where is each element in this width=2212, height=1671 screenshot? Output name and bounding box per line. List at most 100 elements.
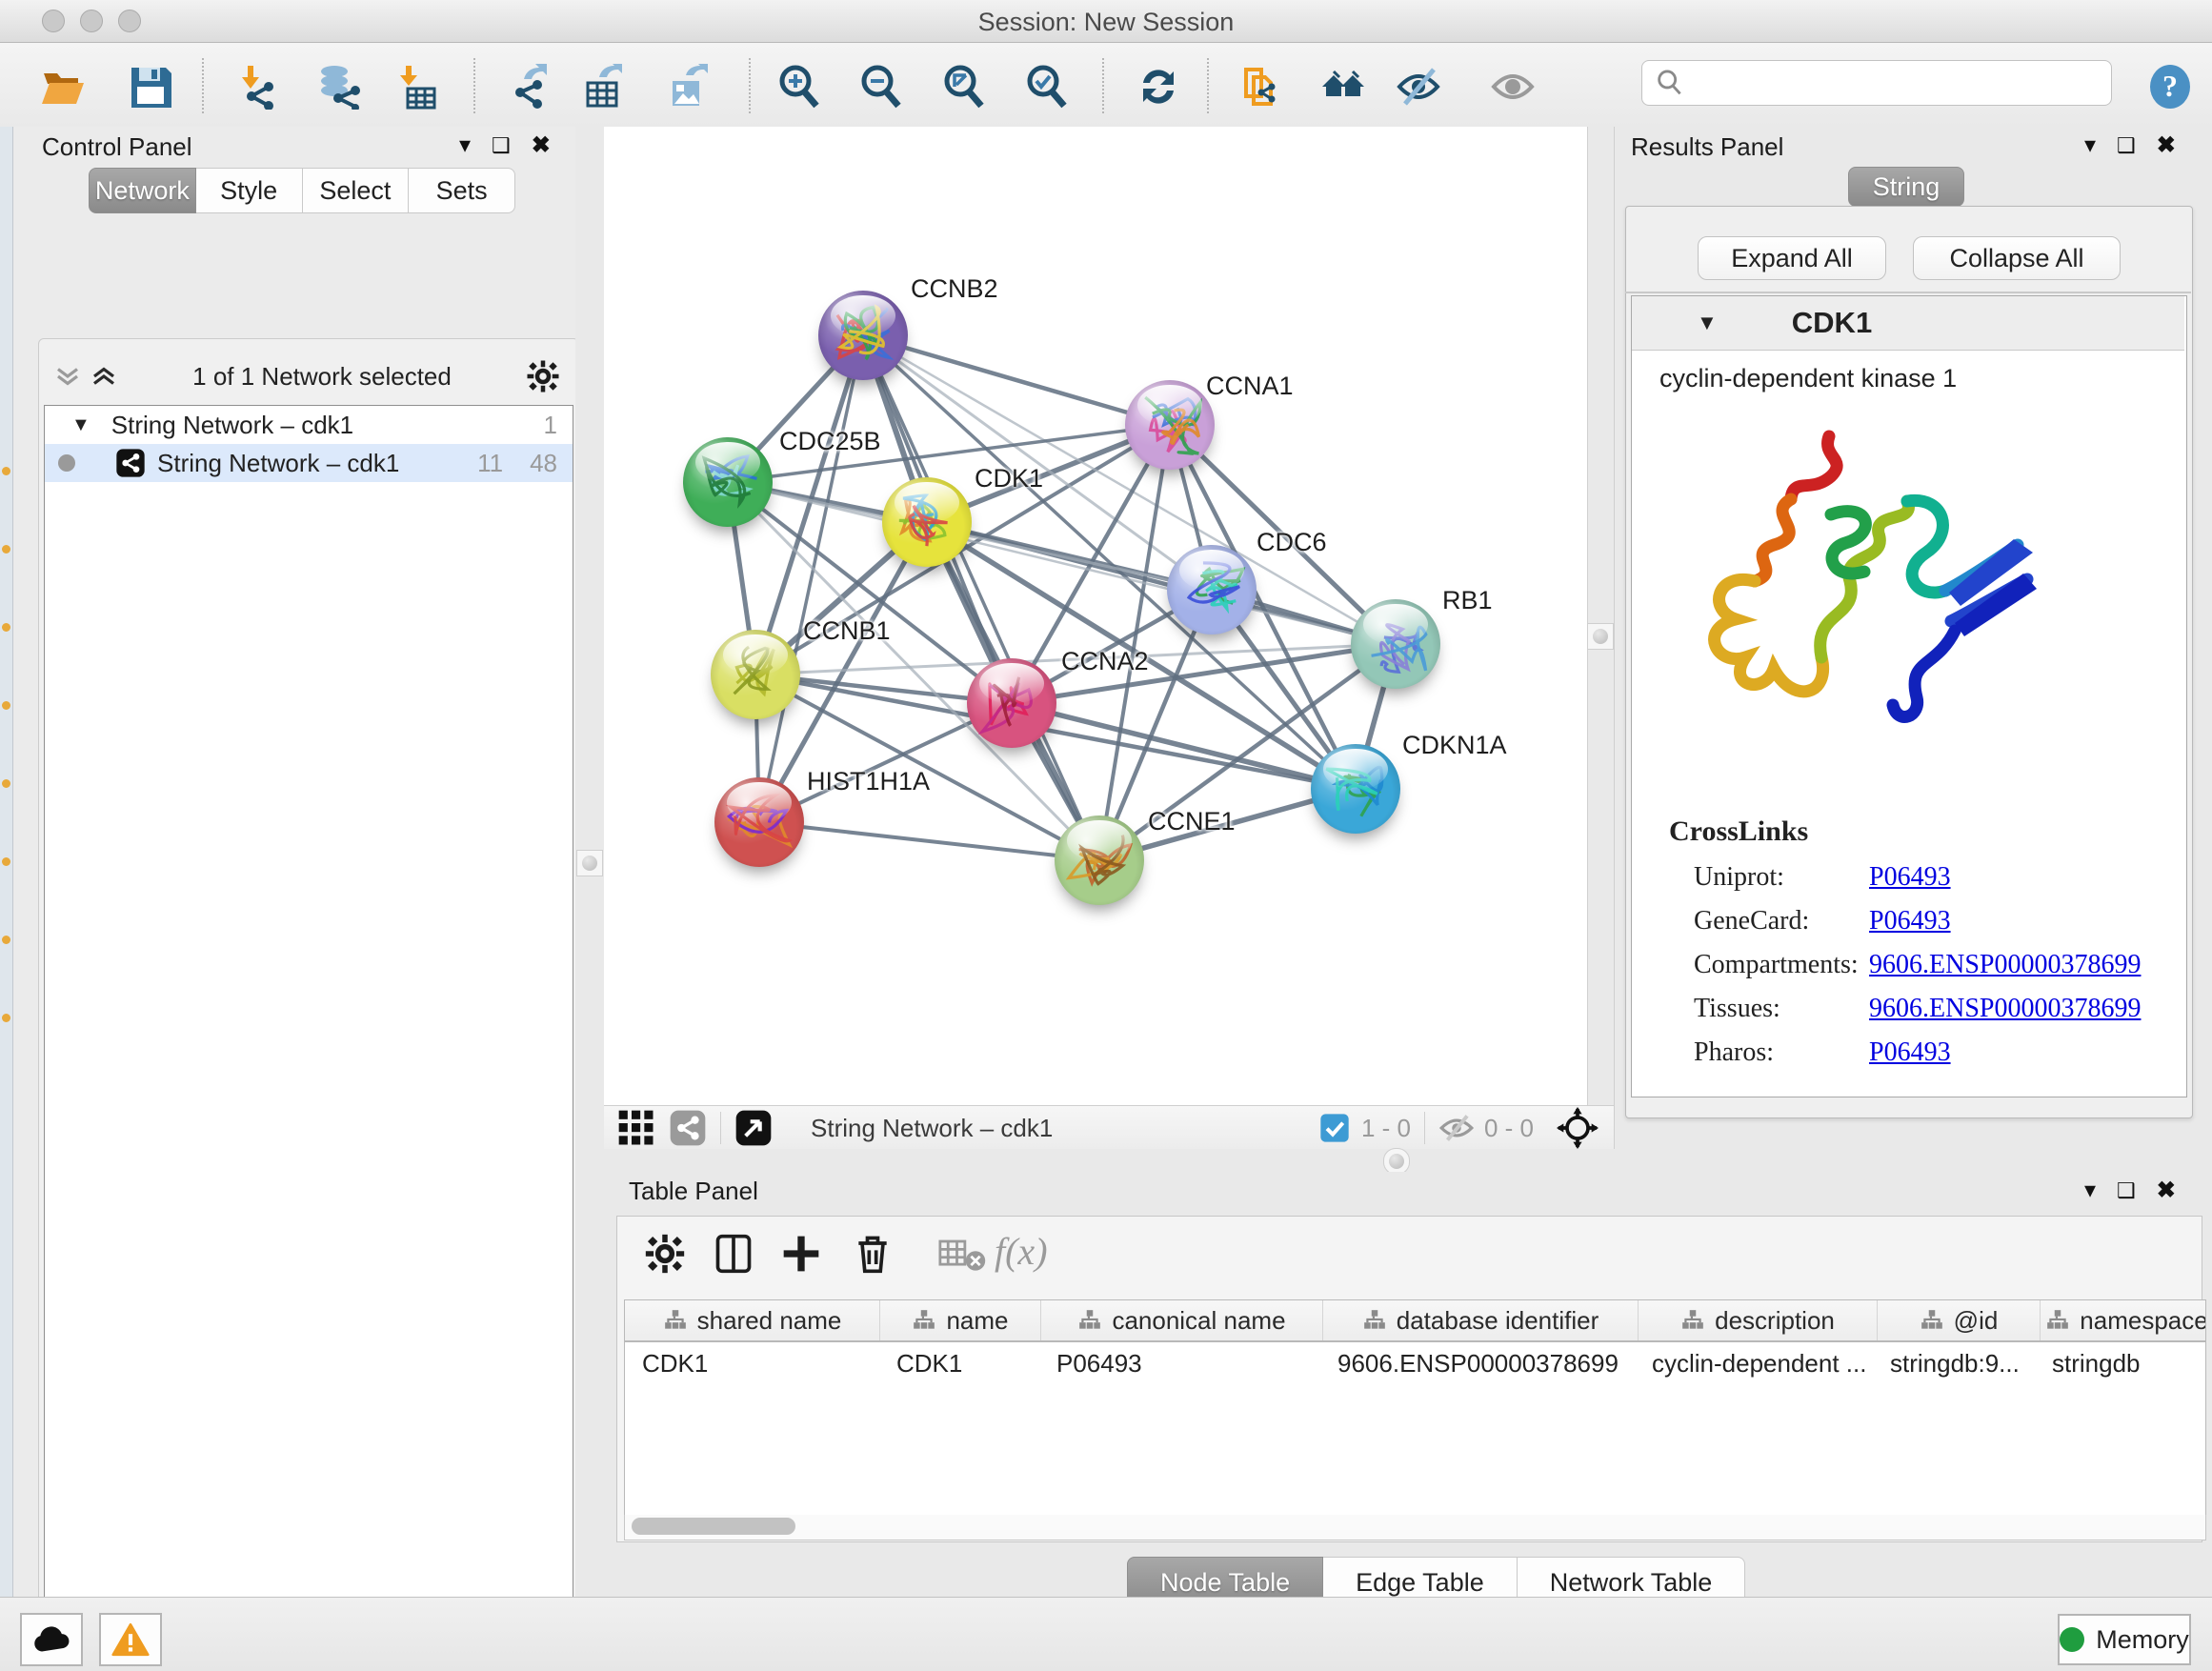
table-options-gear-icon[interactable] [644,1229,686,1278]
left-splitter[interactable] [575,127,605,1149]
column-header-databaseidentifier[interactable]: database identifier [1323,1300,1639,1340]
table-cell[interactable]: CDK1 [625,1342,879,1384]
panel-float-icon[interactable]: ❑ [2117,1180,2136,1201]
table-cell[interactable]: 9606.ENSP00000378699 [1320,1342,1635,1384]
gene-collapse-icon[interactable]: ▼ [1697,311,1718,335]
column-header-namespace[interactable]: namespace [2041,1300,2206,1340]
panel-menu-icon[interactable]: ▾ [459,134,471,157]
background-window-dot [2,1014,10,1022]
panel-float-icon[interactable]: ❑ [492,135,511,156]
node-CCNA1[interactable] [1125,380,1215,470]
birdseye-pan-icon[interactable] [1557,1107,1599,1149]
node-CCNA2[interactable] [967,658,1056,748]
crosslink-link[interactable]: 9606.ENSP00000378699 [1869,994,2141,1024]
gene-header-row[interactable]: ▼ CDK1 [1632,296,2184,351]
delete-column-icon[interactable] [852,1229,894,1278]
column-header-canonicalname[interactable]: canonical name [1041,1300,1323,1340]
edge-CCNE1-HIST1H1A[interactable] [759,822,1099,860]
scrollbar-thumb[interactable] [632,1518,795,1535]
import-network-from-database-icon[interactable] [315,64,361,110]
search-input[interactable] [1694,68,2111,99]
collection-expand-icon[interactable]: ▼ [71,414,90,436]
hide-selected-icon[interactable] [1396,64,1441,110]
table-cell[interactable]: stringdb [2035,1342,2206,1384]
panel-menu-icon[interactable]: ▾ [2084,134,2096,157]
panel-close-icon[interactable]: ✖ [2157,134,2176,157]
panel-close-icon[interactable]: ✖ [532,134,551,157]
node-RB1[interactable] [1351,599,1440,689]
zoom-out-icon[interactable] [858,64,904,110]
node-table[interactable]: shared namenamecanonical namedatabase id… [624,1299,2206,1517]
edge-CCNB2-HIST1H1A[interactable] [759,335,863,822]
show-columns-icon[interactable] [713,1229,754,1278]
panel-menu-icon[interactable]: ▾ [2084,1179,2096,1202]
node-CCNB2[interactable] [818,291,908,380]
panel-float-icon[interactable]: ❑ [2117,135,2136,156]
node-CCNE1[interactable] [1055,815,1144,905]
toolbar-separator [202,58,204,113]
network-collection-row[interactable]: ▼ String Network – cdk1 1 [45,406,573,444]
table-cell[interactable]: cyclin-dependent ... [1635,1342,1873,1384]
node-CDC6[interactable] [1167,545,1257,634]
node-CDK1[interactable] [882,477,972,567]
search-field[interactable] [1641,60,2112,106]
column-header-sharedname[interactable]: shared name [625,1300,880,1340]
help-icon[interactable]: ? [2147,64,2193,110]
tab-network[interactable]: Network [89,168,196,213]
crosslink-link[interactable]: P06493 [1869,862,1951,893]
edge-CCNB2-CCNA1[interactable] [863,335,1170,425]
column-header-description[interactable]: description [1639,1300,1878,1340]
export-table-icon[interactable] [580,64,626,110]
crosslink-link[interactable]: 9606.ENSP00000378699 [1869,950,2141,980]
node-HIST1H1A[interactable] [714,777,804,867]
save-session-icon[interactable] [128,64,173,110]
refresh-layout-icon[interactable] [1136,64,1181,110]
import-network-icon[interactable] [234,64,280,110]
expand-all-button[interactable]: Expand All [1698,236,1886,280]
zoom-in-icon[interactable] [776,64,822,110]
collapse-all-networks-icon[interactable] [90,362,118,391]
table-cell[interactable]: stringdb:9... [1873,1342,2035,1384]
cloud-button[interactable] [20,1613,83,1666]
tab-sets[interactable]: Sets [409,168,515,213]
crosslink-link[interactable]: P06493 [1869,906,1951,936]
tab-select[interactable]: Select [303,168,410,213]
node-CDC25B[interactable] [683,437,773,527]
import-table-icon[interactable] [392,64,438,110]
table-horizontal-scrollbar[interactable] [624,1515,2206,1540]
right-splitter-handle[interactable] [1587,623,1614,650]
node-CCNB1[interactable] [711,630,800,719]
zoom-selected-icon[interactable] [1024,64,1070,110]
left-splitter-handle[interactable] [576,850,603,876]
crosslink-link[interactable]: P06493 [1869,1037,1951,1068]
export-image-icon[interactable] [665,64,711,110]
selected-checkbox-icon[interactable] [1319,1113,1350,1143]
network-row[interactable]: String Network – cdk1 11 48 [45,444,573,482]
show-all-icon[interactable] [1490,64,1536,110]
detach-view-icon[interactable] [734,1109,773,1147]
open-session-icon[interactable] [40,64,86,110]
memory-button[interactable]: Memory [2058,1614,2191,1665]
collapse-all-button[interactable]: Collapse All [1913,236,2121,280]
network-canvas[interactable]: CCNB2CCNA1CDC25BCDK1CDC6RB1CCNB1CCNA2CDK… [604,127,1587,1105]
column-header-name[interactable]: name [880,1300,1041,1340]
home-network-icon[interactable] [1320,64,1366,110]
table-row[interactable]: CDK1CDK1P064939606.ENSP00000378699cyclin… [625,1342,2205,1384]
column-header-id[interactable]: @id [1878,1300,2041,1340]
export-network-icon[interactable] [507,64,553,110]
grid-view-icon[interactable] [617,1109,655,1147]
expand-all-networks-icon[interactable] [53,362,82,391]
clone-network-icon[interactable] [1240,64,1286,110]
horizontal-splitter-handle[interactable] [1383,1148,1410,1175]
results-tab-string[interactable]: String [1848,167,1964,207]
node-CDKN1A[interactable] [1311,744,1400,834]
warnings-button[interactable] [99,1613,162,1666]
network-options-gear-icon[interactable] [526,359,560,393]
add-column-icon[interactable] [780,1229,822,1278]
tab-style[interactable]: Style [196,168,303,213]
zoom-fit-icon[interactable] [941,64,987,110]
table-cell[interactable]: P06493 [1039,1342,1320,1384]
network-view-icon[interactable] [669,1109,707,1147]
panel-close-icon[interactable]: ✖ [2157,1179,2176,1202]
table-cell[interactable]: CDK1 [879,1342,1039,1384]
